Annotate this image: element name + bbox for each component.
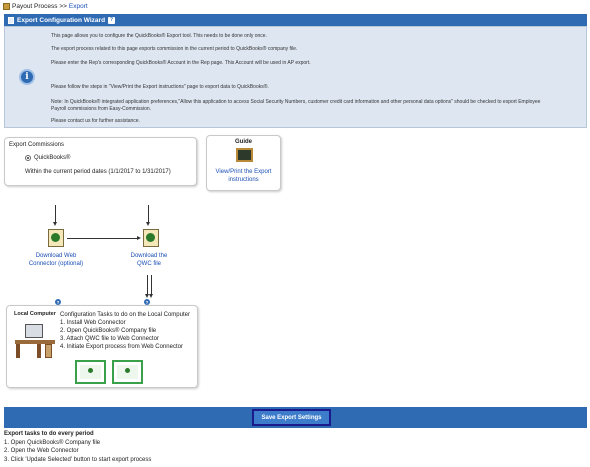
save-export-settings-button[interactable]: Save Export Settings bbox=[252, 409, 331, 426]
quickbooks-icon bbox=[75, 360, 106, 384]
flow-arrow-line bbox=[151, 275, 152, 295]
flow-arrow-line bbox=[55, 205, 56, 223]
period-tasks: Export tasks to do every period 1. Open … bbox=[4, 430, 151, 464]
period-task-item: 1. Open QuickBooks® Company file bbox=[4, 439, 101, 446]
guide-panel: Guide View/Print the Export instructions bbox=[206, 135, 281, 191]
info-line: Please enter the Rep's corresponding Qui… bbox=[51, 60, 311, 66]
breadcrumb: Payout Process >> Export bbox=[3, 3, 88, 10]
download-qwc-file-link[interactable]: Download the QWC file bbox=[123, 253, 175, 268]
info-line: This page allows you to configure the Qu… bbox=[51, 33, 267, 39]
document-icon bbox=[8, 16, 14, 24]
period-dates: Within the current period dates (1/1/201… bbox=[25, 169, 171, 175]
monitor-shape bbox=[25, 324, 43, 338]
leg-shape bbox=[37, 344, 41, 358]
web-connector-logo-dot bbox=[125, 368, 130, 373]
local-tasks-list: Configuration Tasks to do on the Local C… bbox=[60, 311, 190, 351]
flow-arrow-head bbox=[137, 236, 141, 240]
wizard-header: Export Configuration Wizard ? bbox=[4, 14, 587, 26]
local-task-item: 2. Open QuickBooks® Company file bbox=[60, 328, 157, 334]
period-tasks-title: Export tasks to do every period bbox=[4, 431, 94, 437]
help-icon[interactable]: ? bbox=[108, 16, 116, 24]
local-task-item: 4. Initiate Export process from Web Conn… bbox=[60, 344, 183, 350]
download-web-connector-link[interactable]: Download Web Connector (optional) bbox=[26, 253, 86, 268]
flow-arrow-line bbox=[148, 205, 149, 223]
quickbooks-radio[interactable] bbox=[25, 155, 31, 161]
info-icon: i bbox=[19, 69, 35, 85]
info-note-line: Payroll commissions from Easy-Commission… bbox=[51, 106, 152, 112]
guide-title: Guide bbox=[234, 139, 252, 145]
flow-arrow-line bbox=[147, 275, 148, 295]
period-task-item: 3. Click 'Update Selected' button to sta… bbox=[4, 456, 152, 463]
export-commissions-title: Export Commissions bbox=[9, 142, 65, 148]
breadcrumb-parent: Payout Process >> bbox=[12, 3, 67, 10]
web-connector-icon bbox=[112, 360, 143, 384]
info-line: Please follow the steps in "View/Print t… bbox=[51, 84, 269, 90]
wizard-title: Export Configuration Wizard bbox=[17, 16, 106, 24]
local-computer-title: Local Computer bbox=[14, 311, 56, 317]
export-commissions-panel: Export Commissions QuickBooks® Within th… bbox=[4, 137, 197, 186]
info-note-line: Note: In QuickBooks® integrated applicat… bbox=[51, 99, 541, 105]
flow-arrow-head bbox=[53, 222, 57, 226]
local-tasks-heading: Configuration Tasks to do on the Local C… bbox=[60, 312, 190, 318]
quickbooks-option-label: QuickBooks® bbox=[34, 155, 71, 161]
flow-arrow-head bbox=[149, 294, 153, 298]
flow-arrow-line bbox=[67, 238, 137, 239]
info-panel: i This page allows you to configure the … bbox=[4, 26, 587, 128]
chalkboard-icon[interactable] bbox=[236, 148, 253, 162]
local-task-item: 3. Attach QWC file to Web Connector bbox=[60, 336, 159, 342]
leg-shape bbox=[16, 344, 20, 358]
view-print-instructions-link[interactable]: View/Print the Export instructions bbox=[207, 169, 280, 184]
web-connector-file-icon[interactable] bbox=[48, 229, 64, 247]
tower-shape bbox=[45, 344, 52, 358]
info-line: The export process related to this page … bbox=[51, 46, 298, 52]
info-contact-line: Please contact us for further assistance… bbox=[51, 118, 140, 124]
flow-arrow-head bbox=[146, 222, 150, 226]
computer-desk-icon bbox=[15, 322, 55, 360]
breadcrumb-current-link[interactable]: Export bbox=[69, 3, 88, 10]
period-task-item: 2. Open the Web Connector bbox=[4, 448, 79, 454]
qwc-file-icon[interactable] bbox=[143, 229, 159, 247]
local-computer-panel: Local Computer Configuration Tasks to do… bbox=[6, 305, 198, 388]
local-task-item: 1. Install Web Connector bbox=[60, 320, 126, 326]
payout-icon bbox=[3, 3, 10, 10]
quickbooks-option[interactable]: QuickBooks® bbox=[25, 155, 70, 161]
quickbooks-logo-dot bbox=[88, 368, 93, 373]
